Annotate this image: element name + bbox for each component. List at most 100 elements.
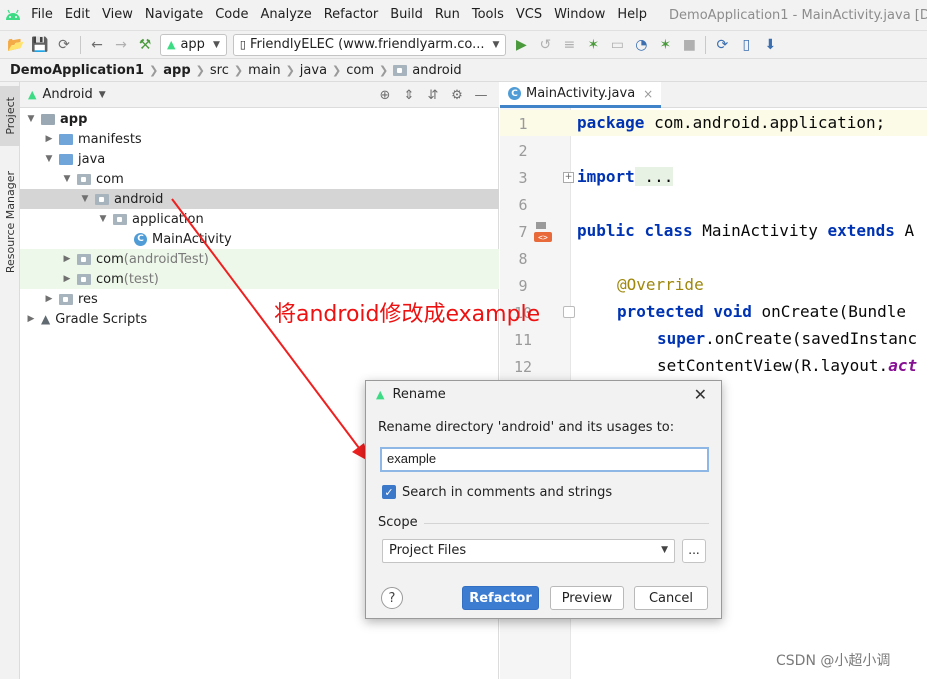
tree-item-application[interactable]: ▼ application <box>20 209 499 229</box>
menu-navigate[interactable]: Navigate <box>139 0 209 30</box>
fold-collapse-icon[interactable] <box>563 306 575 318</box>
menu-file[interactable]: File <box>25 0 59 30</box>
save-icon[interactable]: 💾 <box>29 34 51 56</box>
close-icon[interactable]: ✕ <box>694 385 707 404</box>
code-line-1: package com.android.application; <box>577 113 885 132</box>
code-line-11: super.onCreate(savedInstanc <box>657 329 917 348</box>
keyword: import <box>577 167 635 186</box>
profiler-icon[interactable]: ◔ <box>630 34 652 56</box>
toolbar: 📂 💾 ⟳ ← → ⚒ ▲ app ▼ ▯ FriendlyELEC (www.… <box>0 30 927 58</box>
tree-item-label: com <box>96 271 124 287</box>
sync-icon[interactable]: ⟳ <box>53 34 75 56</box>
minimize-icon[interactable]: — <box>469 85 493 105</box>
menu-vcs[interactable]: VCS <box>510 0 548 30</box>
scope-browse-button[interactable]: ... <box>682 539 706 563</box>
menu-tools[interactable]: Tools <box>466 0 510 30</box>
avd-manager-icon[interactable]: ▯ <box>735 34 757 56</box>
menu-refactor[interactable]: Refactor <box>318 0 385 30</box>
editor-tab-label: MainActivity.java <box>526 86 636 101</box>
menu-help[interactable]: Help <box>611 0 653 30</box>
sync-gradle-icon[interactable]: ⟳ <box>711 34 733 56</box>
android-icon: ▲ <box>167 38 176 51</box>
new-name-input[interactable]: example <box>380 447 709 472</box>
gear-icon[interactable]: ⚙ <box>445 85 469 105</box>
menu-window[interactable]: Window <box>548 0 611 30</box>
back-arrow-icon[interactable]: ← <box>86 34 108 56</box>
search-comments-checkbox[interactable]: ✓ <box>382 485 396 499</box>
scope-value: Project Files <box>389 543 467 558</box>
run-config-select[interactable]: ▲ app ▼ <box>160 33 227 56</box>
crumb-java[interactable]: java <box>300 63 327 78</box>
close-icon[interactable]: × <box>643 87 653 101</box>
open-folder-icon[interactable]: 📂 <box>5 34 27 56</box>
phone-icon: ▯ <box>239 38 246 51</box>
tree-item-label: com <box>96 251 124 267</box>
chevron-right-icon: ❯ <box>149 63 159 77</box>
tree-item-android[interactable]: ▼ android <box>20 189 499 209</box>
menu-analyze[interactable]: Analyze <box>254 0 317 30</box>
search-comments-label[interactable]: Search in comments and strings <box>402 485 612 500</box>
chevron-down-icon: ▼ <box>81 194 89 204</box>
crumb-src[interactable]: src <box>210 63 229 78</box>
code-line-7: public class MainActivity extends A <box>577 221 914 240</box>
tree-item-app[interactable]: ▼ app <box>20 109 499 129</box>
view-selector[interactable]: Android <box>42 87 92 102</box>
tree-item-label: res <box>78 291 98 307</box>
menu-view[interactable]: View <box>96 0 139 30</box>
tree-item-java[interactable]: ▼ java <box>20 149 499 169</box>
crumb-module[interactable]: app <box>163 63 190 78</box>
expand-all-icon[interactable]: ⇕ <box>397 85 421 105</box>
annotation: @Override <box>617 275 704 294</box>
rename-dialog: ▲ Rename ✕ Rename directory 'android' an… <box>365 380 722 619</box>
refactor-button[interactable]: Refactor <box>462 586 539 610</box>
locate-icon[interactable]: ⊕ <box>373 85 397 105</box>
crumb-android[interactable]: android <box>412 63 461 78</box>
annotation-text: 将android修改成example <box>274 302 541 327</box>
crumb-project[interactable]: DemoApplication1 <box>10 63 144 78</box>
chevron-right-icon: ❯ <box>285 63 295 77</box>
menu-run[interactable]: Run <box>429 0 466 30</box>
tab-mainactivity[interactable]: C MainActivity.java × <box>500 82 662 108</box>
fold-expand-icon[interactable]: + <box>563 172 574 183</box>
menu-edit[interactable]: Edit <box>59 0 96 30</box>
package-folder-icon <box>95 193 109 205</box>
apply-code-changes-icon[interactable]: ≡ <box>558 34 580 56</box>
sdk-manager-icon[interactable]: ⬇ <box>759 34 781 56</box>
tree-item-com-androidtest[interactable]: ▶ com (androidTest) <box>20 249 499 269</box>
attach-debugger-icon[interactable]: ✶ <box>654 34 676 56</box>
crumb-com[interactable]: com <box>346 63 374 78</box>
left-tool-stripe: Project Resource Manager <box>0 82 20 679</box>
code-line-12: setContentView(R.layout.act <box>657 356 917 375</box>
scope-label: Scope <box>378 515 418 530</box>
folded-imports[interactable]: ... <box>634 167 674 186</box>
run-gutter-icon[interactable]: <> <box>532 222 554 242</box>
line-number: 12 <box>513 358 533 376</box>
menu-build[interactable]: Build <box>384 0 429 30</box>
collapse-all-icon[interactable]: ⇵ <box>421 85 445 105</box>
scope-select[interactable]: Project Files ▼ <box>382 539 675 563</box>
run-icon[interactable]: ▶ <box>510 34 532 56</box>
android-icon: ▲ <box>376 388 385 401</box>
tree-item-com[interactable]: ▼ com <box>20 169 499 189</box>
tab-project[interactable]: Project <box>0 86 20 146</box>
code-field: act <box>888 356 918 375</box>
device-select[interactable]: ▯ FriendlyELEC (www.friendlyarm.co... ▼ <box>232 33 507 56</box>
preview-button[interactable]: Preview <box>550 586 624 610</box>
cancel-button[interactable]: Cancel <box>634 586 708 610</box>
menu-code[interactable]: Code <box>209 0 254 30</box>
tree-item-manifests[interactable]: ▶ manifests <box>20 129 499 149</box>
tab-resource-manager[interactable]: Resource Manager <box>0 162 20 282</box>
forward-arrow-icon[interactable]: → <box>110 34 132 56</box>
tree-item-mainactivity[interactable]: C MainActivity <box>20 229 499 249</box>
coverage-icon[interactable]: ▭ <box>606 34 628 56</box>
tree-item-com-test[interactable]: ▶ com (test) <box>20 269 499 289</box>
build-hammer-icon[interactable]: ⚒ <box>134 34 156 56</box>
chevron-down-icon[interactable]: ▼ <box>99 90 106 100</box>
android-studio-logo-icon <box>0 0 25 30</box>
debug-icon[interactable]: ✶ <box>582 34 604 56</box>
help-button[interactable]: ? <box>381 587 403 609</box>
keyword: package <box>577 113 645 132</box>
stop-icon[interactable]: ■ <box>678 34 700 56</box>
crumb-main[interactable]: main <box>248 63 280 78</box>
apply-changes-icon[interactable]: ↺ <box>534 34 556 56</box>
